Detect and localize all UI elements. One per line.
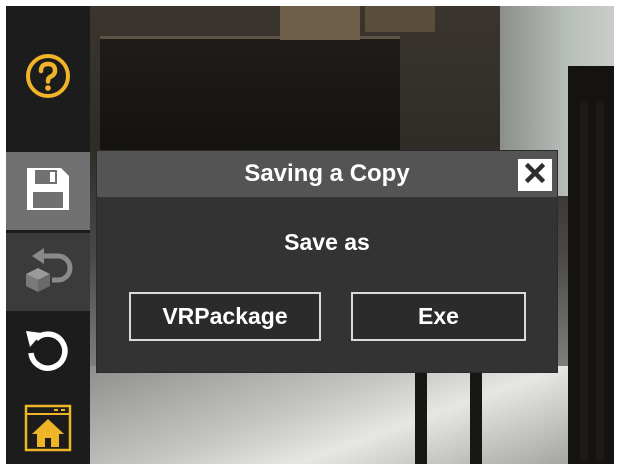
left-toolbar	[6, 6, 90, 464]
scene-chair-leg	[415, 366, 427, 464]
scene-floor	[90, 366, 614, 464]
save-copy-dialog: Saving a Copy Save as VRPackage Exe	[97, 151, 557, 372]
undo-package-icon	[22, 246, 74, 299]
scene-chair	[568, 66, 614, 464]
scene-chair-leg	[470, 366, 482, 464]
close-button[interactable]	[518, 159, 552, 191]
save-as-label: Save as	[284, 229, 370, 255]
scene-chair-slat	[580, 101, 588, 461]
home-button[interactable]	[6, 396, 90, 464]
dialog-header: Saving a Copy	[97, 151, 557, 197]
vrpackage-button[interactable]: VRPackage	[129, 292, 321, 341]
help-button[interactable]	[6, 6, 90, 151]
save-button[interactable]	[6, 152, 90, 230]
close-icon	[524, 162, 546, 188]
scene-cabinet	[100, 36, 400, 156]
undo-package-button[interactable]	[6, 233, 90, 311]
reset-button[interactable]	[6, 314, 90, 392]
save-icon	[23, 164, 73, 219]
scene-chair-slat	[596, 101, 604, 461]
help-icon	[24, 52, 72, 105]
exe-button[interactable]: Exe	[351, 292, 526, 341]
home-icon	[24, 404, 72, 457]
scene-box	[365, 6, 435, 32]
dialog-title: Saving a Copy	[244, 160, 410, 187]
scene-box	[280, 6, 360, 40]
reset-icon	[22, 325, 74, 382]
